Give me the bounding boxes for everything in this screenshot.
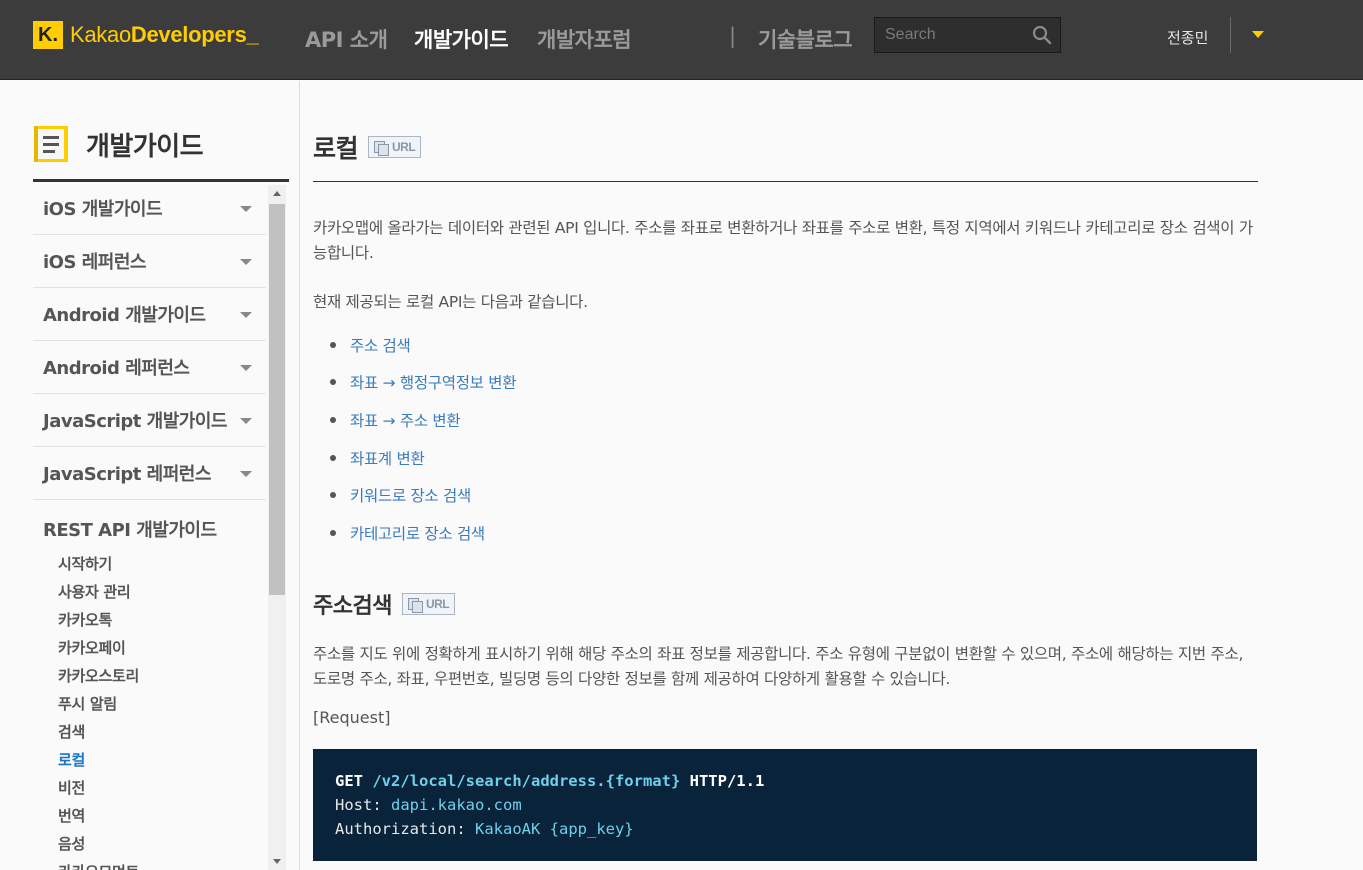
copy-icon: [374, 140, 390, 156]
link-coord-to-address[interactable]: 좌표 → 주소 변환: [330, 401, 516, 439]
copy-url-button[interactable]: URL: [401, 593, 456, 615]
sub-item-getting-started[interactable]: 시작하기: [33, 550, 266, 578]
chevron-down-icon: [240, 471, 252, 477]
sub-item-kakaomoment[interactable]: 카카오모먼트: [33, 858, 266, 870]
code-protocol: HTTP/1.1: [689, 772, 765, 790]
sidebar-item-android-reference[interactable]: Android 레퍼런스: [33, 341, 266, 394]
sub-item-push[interactable]: 푸시 알림: [33, 690, 266, 718]
sub-item-kakaostory[interactable]: 카카오스토리: [33, 662, 266, 690]
sub-item-vision[interactable]: 비전: [33, 774, 266, 802]
link-address-search[interactable]: 주소 검색: [330, 326, 516, 364]
sub-item-speech[interactable]: 음성: [33, 830, 266, 858]
sidebar-section-rest-api[interactable]: REST API 개발가이드: [33, 500, 266, 542]
scroll-down-arrow-icon[interactable]: [273, 859, 281, 864]
search-box: [874, 17, 1061, 53]
sidebar-item-label: JavaScript 개발가이드: [43, 411, 227, 432]
main-content: 로컬 URL 카카오맵에 올라가는 데이터와 관련된 API 입니다. 주소를 …: [313, 81, 1258, 870]
user-menu-caret-icon[interactable]: [1252, 31, 1264, 38]
scroll-up-arrow-icon[interactable]: [273, 191, 281, 196]
request-code-block: GET /v2/local/search/address.{format} HT…: [313, 749, 1257, 861]
sub-item-user-management[interactable]: 사용자 관리: [33, 578, 266, 606]
section-description: 주소를 지도 위에 정확하게 표시하기 위해 해당 주소의 좌표 정보를 제공합…: [313, 645, 1244, 688]
section-title: 주소검색 URL: [313, 588, 456, 620]
rest-api-sub-menu: 시작하기 사용자 관리 카카오톡 카카오페이 카카오스토리 푸시 알림 검색 로…: [33, 550, 266, 870]
code-path: /v2/local/search/address.{format}: [372, 772, 681, 790]
guide-book-icon: [34, 126, 68, 162]
sidebar-item-ios-reference[interactable]: iOS 레퍼런스: [33, 235, 266, 288]
copy-icon: [407, 597, 423, 613]
request-label: [Request]: [313, 708, 391, 727]
chevron-down-icon: [240, 259, 252, 265]
top-navbar: K. KakaoDevelopers_ API 소개 개발가이드 개발자포럼 |…: [0, 0, 1363, 80]
sidebar-item-android-guide[interactable]: Android 개발가이드: [33, 288, 266, 341]
search-input[interactable]: [875, 18, 1025, 52]
nav-api-intro[interactable]: API 소개: [305, 24, 388, 54]
sidebar-item-label: JavaScript 레퍼런스: [43, 464, 211, 485]
sidebar-item-label: Android 레퍼런스: [43, 358, 190, 379]
chevron-down-icon: [240, 206, 252, 212]
logo-mark: K.: [33, 21, 63, 49]
sidebar-item-ios-guide[interactable]: iOS 개발가이드: [33, 182, 266, 235]
user-name[interactable]: 전종민: [1167, 27, 1208, 48]
sidebar-item-javascript-reference[interactable]: JavaScript 레퍼런스: [33, 447, 266, 500]
code-host-key: Host:: [335, 796, 382, 814]
sidebar-header: 개발가이드: [33, 125, 204, 163]
sidebar-item-javascript-guide[interactable]: JavaScript 개발가이드: [33, 394, 266, 447]
logo-prefix: Kakao: [70, 22, 131, 47]
sidebar-scrollbar[interactable]: [268, 185, 286, 870]
code-host-value: dapi.kakao.com: [391, 796, 522, 814]
title-divider: [313, 181, 1258, 182]
sidebar-item-label: iOS 레퍼런스: [43, 252, 146, 273]
nav-separator: |: [729, 24, 737, 48]
url-badge-label: URL: [392, 140, 416, 154]
nav-dev-guide[interactable]: 개발가이드: [414, 24, 509, 54]
copy-url-button[interactable]: URL: [368, 136, 422, 158]
nav-dev-forum[interactable]: 개발자포럼: [537, 24, 632, 54]
kakao-developers-logo[interactable]: K. KakaoDevelopers_: [33, 21, 259, 49]
sub-item-translation[interactable]: 번역: [33, 802, 266, 830]
sidebar-item-label: iOS 개발가이드: [43, 199, 163, 220]
intro-text: 카카오맵에 올라가는 데이터와 관련된 API 입니다. 주소를 좌표로 변환하…: [313, 219, 1253, 262]
code-auth-key: Authorization:: [335, 820, 466, 838]
local-api-list: 주소 검색 좌표 → 행정구역정보 변환 좌표 → 주소 변환 좌표계 변환 키…: [330, 326, 516, 552]
sub-item-search[interactable]: 검색: [33, 718, 266, 746]
page-title: 로컬 URL: [313, 129, 422, 165]
search-icon[interactable]: [1032, 25, 1052, 45]
code-auth-value: KakaoAK {app_key}: [475, 820, 634, 838]
sidebar-menu: iOS 개발가이드 iOS 레퍼런스 Android 개발가이드 Android…: [33, 182, 266, 870]
chevron-down-icon: [240, 418, 252, 424]
user-divider: [1230, 17, 1231, 53]
code-method: GET: [335, 772, 363, 790]
sidebar-title: 개발가이드: [86, 131, 204, 162]
section-title-text: 주소검색: [313, 594, 392, 619]
chevron-down-icon: [240, 312, 252, 318]
nav-tech-blog[interactable]: 기술블로그: [758, 24, 853, 54]
page-title-text: 로컬: [313, 134, 359, 163]
sub-item-kakaopay[interactable]: 카카오페이: [33, 634, 266, 662]
sidebar: 개발가이드 iOS 개발가이드 iOS 레퍼런스 Android 개발가이드 A…: [0, 81, 300, 870]
logo-bold: Developers_: [130, 22, 259, 47]
scrollbar-thumb[interactable]: [269, 204, 285, 595]
link-coord-to-region[interactable]: 좌표 → 행정구역정보 변환: [330, 364, 516, 402]
list-intro-text: 현재 제공되는 로컬 API는 다음과 같습니다.: [313, 293, 588, 311]
logo-text: KakaoDevelopers_: [70, 22, 259, 48]
link-keyword-search[interactable]: 키워드로 장소 검색: [330, 476, 516, 514]
chevron-down-icon: [240, 365, 252, 371]
sub-item-local[interactable]: 로컬: [33, 746, 266, 774]
sidebar-item-label: Android 개발가이드: [43, 305, 206, 326]
sub-item-kakaotalk[interactable]: 카카오톡: [33, 606, 266, 634]
link-coord-transform[interactable]: 좌표계 변환: [330, 439, 516, 477]
link-category-search[interactable]: 카테고리로 장소 검색: [330, 514, 516, 552]
url-badge-label: URL: [425, 597, 450, 611]
